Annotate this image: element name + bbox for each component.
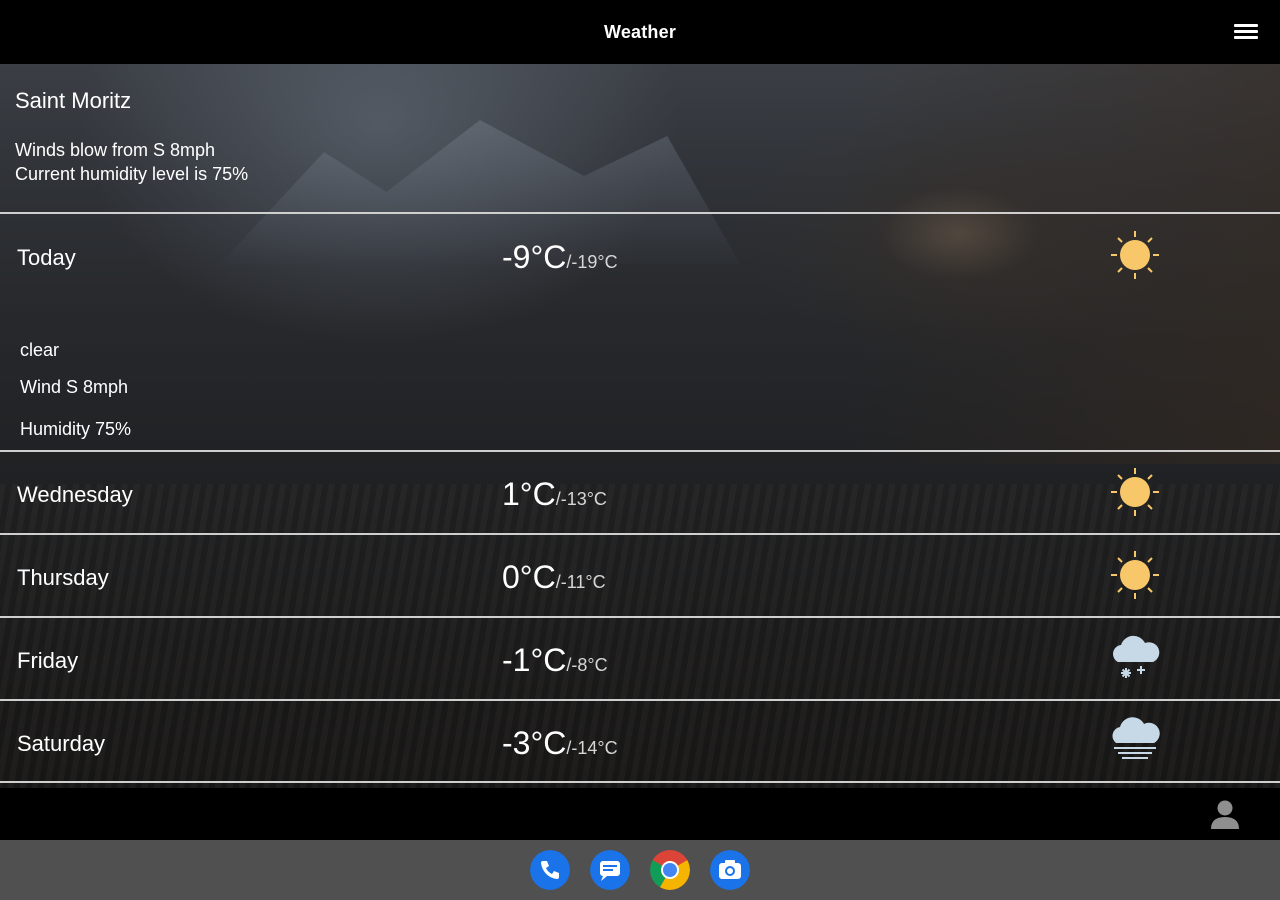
temperature: -1°C/-8°C [502, 642, 608, 679]
temperature: -3°C/-14°C [502, 725, 618, 762]
bottom-bar [0, 788, 1280, 840]
city-name: Saint Moritz [15, 88, 132, 113]
wind-summary: Winds blow from S 8mph [15, 140, 216, 160]
fog-cloud-icon [1112, 717, 1160, 759]
account-icon[interactable] [1210, 799, 1240, 831]
sun-icon [1111, 231, 1159, 279]
forecast-row[interactable]: Wednesday 1°C/-13°C [0, 452, 1280, 532]
forecast-row[interactable]: Saturday -3°C/-14°C [0, 701, 1280, 781]
sun-icon [1111, 468, 1159, 516]
day-label: Today [17, 245, 76, 270]
forecast-row-today[interactable]: Today -9°C/-19°C clear Wind S 8mph Humid… [0, 214, 1280, 450]
menu-icon[interactable] [1234, 24, 1258, 42]
chrome-icon[interactable] [650, 850, 690, 890]
phone-icon[interactable] [530, 850, 570, 890]
high-temp: -1°C [502, 642, 567, 678]
humidity-text: Humidity 75% [20, 419, 132, 439]
wind-text: Wind S 8mph [20, 377, 129, 397]
day-label: Thursday [17, 565, 109, 590]
low-temp: /-19°C [566, 252, 618, 272]
day-label: Wednesday [17, 482, 133, 507]
snow-cloud-icon [1113, 635, 1160, 678]
low-temp: /-14°C [566, 738, 618, 758]
high-temp: 0°C [502, 559, 556, 595]
forecast-row[interactable]: Thursday 0°C/-11°C [0, 535, 1280, 615]
weather-content: Saint Moritz Winds blow from S 8mph Curr… [0, 64, 1280, 788]
humidity-summary: Current humidity level is 75% [15, 164, 249, 184]
high-temp: 1°C [502, 476, 556, 512]
day-label: Friday [17, 648, 79, 673]
app-bar: Weather [0, 0, 1280, 64]
temperature: 1°C/-13°C [502, 476, 607, 513]
app-dock [0, 840, 1280, 900]
day-label: Saturday [17, 731, 106, 756]
low-temp: /-11°C [555, 572, 606, 592]
high-temp: -9°C [502, 239, 567, 275]
high-temp: -3°C [502, 725, 567, 761]
forecast-row[interactable]: Friday -1°C/-8°C [0, 618, 1280, 698]
low-temp: /-13°C [555, 489, 607, 509]
low-temp: /-8°C [566, 655, 608, 675]
messages-icon[interactable] [590, 850, 630, 890]
condition-text: clear [20, 340, 60, 360]
divider [0, 781, 1280, 783]
camera-icon[interactable] [710, 850, 750, 890]
temperature: 0°C/-11°C [502, 559, 606, 596]
sun-icon [1111, 551, 1159, 599]
app-title: Weather [603, 22, 677, 42]
temperature: -9°C/-19°C [502, 239, 618, 276]
